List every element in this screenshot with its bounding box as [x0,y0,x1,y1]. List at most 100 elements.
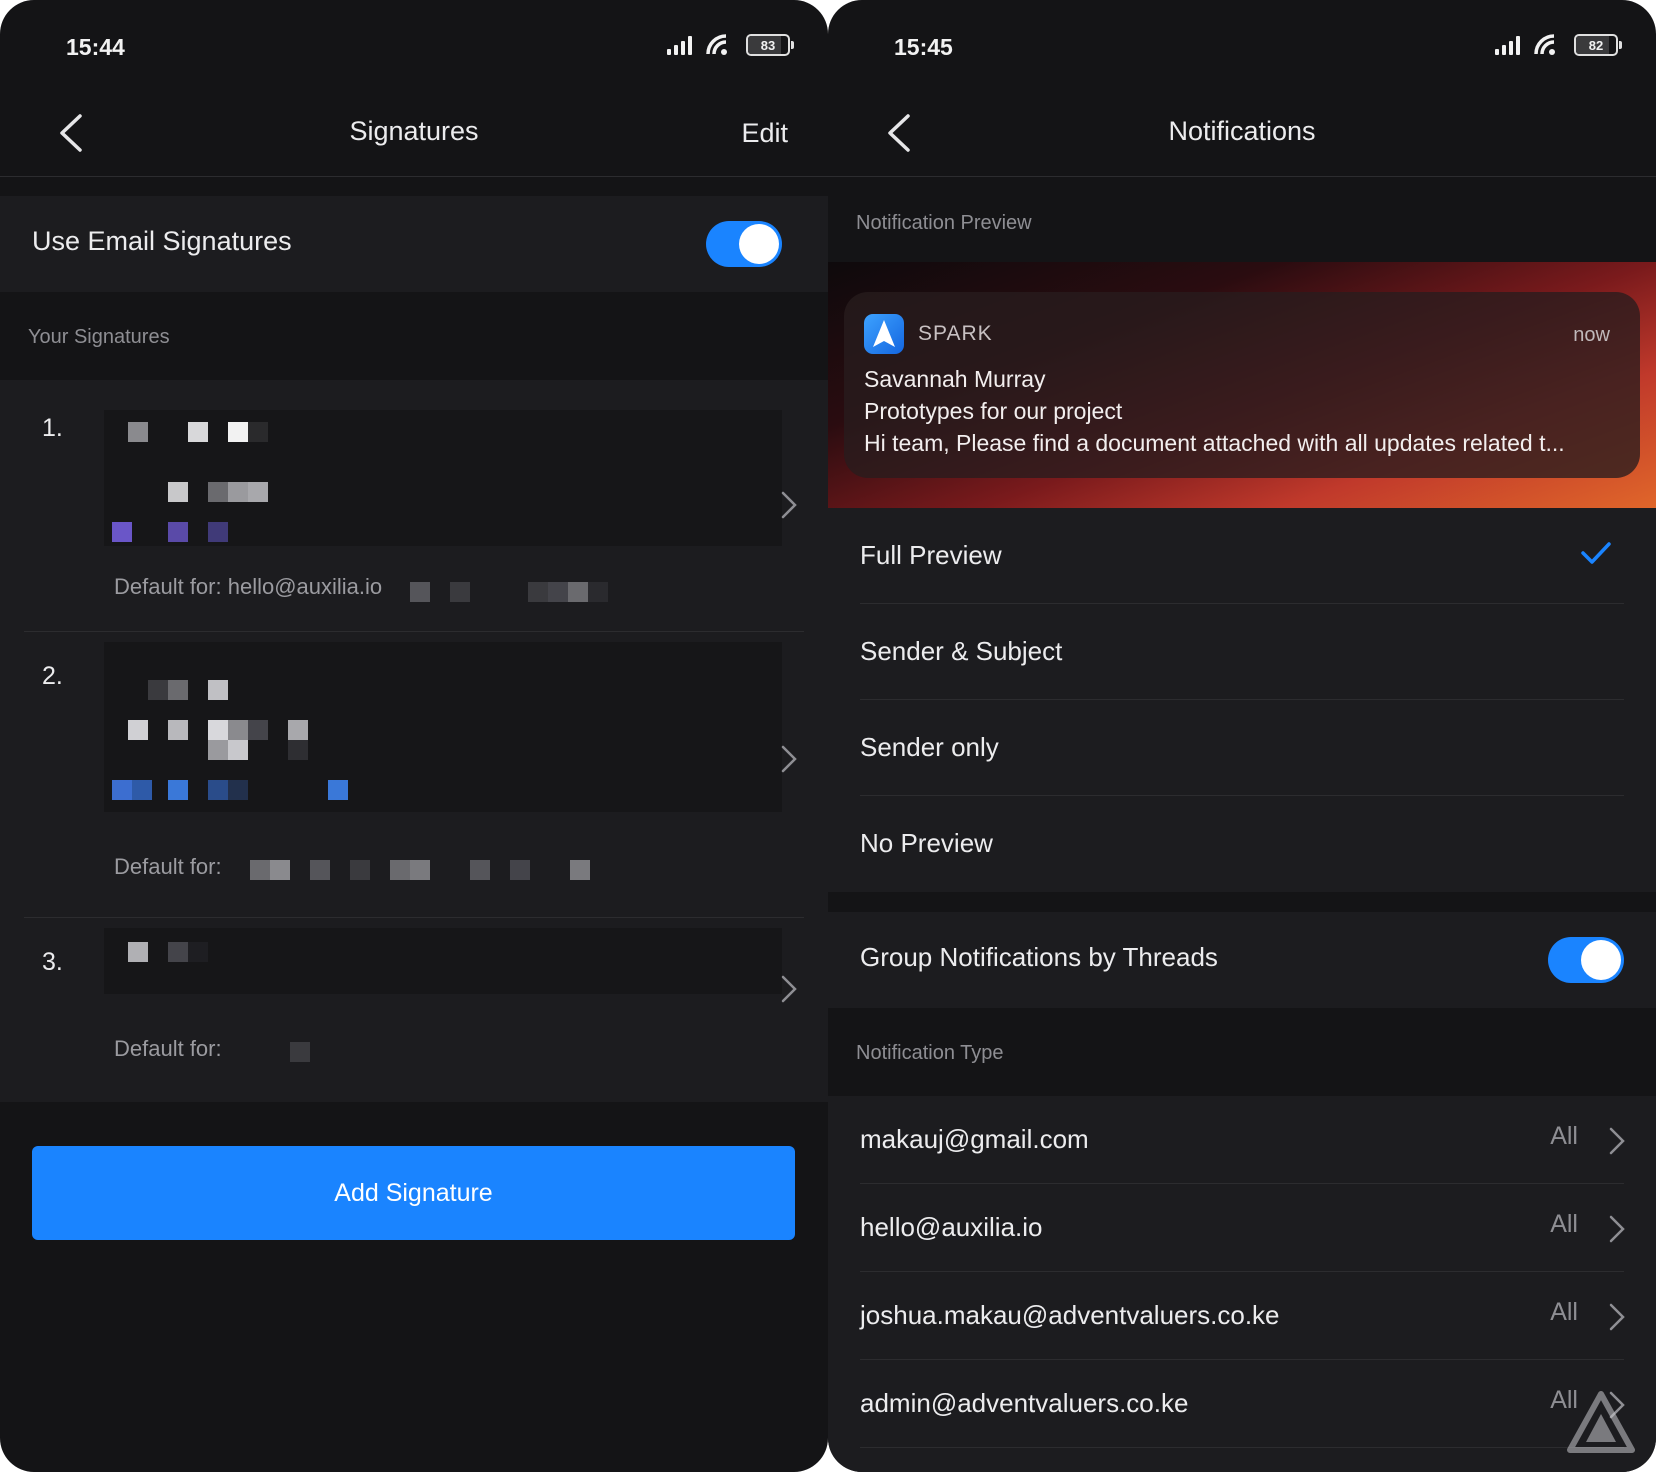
notification-body: Hi team, Please find a document attached… [864,430,1565,456]
signature-item-3[interactable]: 3. Default for: [0,918,828,1102]
chevron-right-icon [781,975,797,1003]
redacted-pixel [528,582,548,602]
notification-preview-label: Notification Preview [856,212,1032,234]
chevron-right-icon [1609,1127,1625,1155]
wifi-icon [1534,34,1555,55]
nav-bar: Notifications [828,90,1656,177]
add-signature-button[interactable]: Add Signature [32,1146,795,1240]
battery-icon: 83 [746,34,794,56]
edit-button[interactable]: Edit [741,118,788,149]
status-bar: 15:45 82 [828,0,1656,90]
option-label: Sender only [860,732,999,762]
redacted-pixel [510,860,530,880]
redacted-pixel [350,860,370,880]
preview-options-list: Full Preview Sender & Subject Sender onl… [828,508,1656,892]
nav-bar: Signatures Edit [0,90,828,177]
redacted-pixel [450,582,470,602]
toggle-knob [739,224,779,264]
page-title: Notifications [1168,116,1316,146]
redacted-pixel [568,582,588,602]
signature-number: 2. [42,662,63,690]
group-by-threads-row: Group Notifications by Threads [828,912,1656,1008]
status-icons: 83 [667,34,794,56]
signature-number: 3. [42,948,63,976]
redacted-pixel [250,860,270,880]
cellular-signal-icon [1495,35,1520,55]
signature-default-label: Default for: hello@auxilia.io [114,574,383,599]
option-label: Full Preview [860,540,1002,570]
signature-default-label: Default for: [114,854,222,879]
signature-item-2[interactable]: 2. Default for: [0,632,828,918]
option-no-preview[interactable]: No Preview [828,796,1656,892]
spark-logo-icon [864,314,904,354]
signatures-list: 1. Default for: hello@auxilia.io 2. Defa… [0,380,828,1102]
notification-type-header: Notification Type [828,1008,1656,1096]
status-time: 15:44 [66,34,125,60]
notification-sender: Savannah Murray [864,366,1046,392]
account-email: joshua.makau@adventvaluers.co.ke [860,1300,1280,1330]
redacted-pixel [270,860,290,880]
your-signatures-label: Your Signatures [28,326,170,348]
notification-preview-header: Notification Preview [828,178,1656,262]
signature-preview-redacted [104,410,782,546]
status-time: 15:45 [894,34,953,60]
cellular-signal-icon [667,35,692,55]
group-by-threads-label: Group Notifications by Threads [860,942,1218,972]
signature-default-label: Default for: [114,1036,222,1061]
redacted-pixel [470,860,490,880]
redacted-pixel [390,860,410,880]
redacted-pixel [570,860,590,880]
chevron-right-icon [1609,1303,1625,1331]
notification-type-label: Notification Type [856,1042,1004,1064]
redacted-pixel [588,582,608,602]
accounts-list: makauj@gmail.com All hello@auxilia.io Al… [828,1096,1656,1472]
account-row[interactable]: makauj@gmail.com All [828,1096,1656,1184]
battery-level: 83 [760,37,776,53]
wifi-icon [706,34,727,55]
account-row[interactable]: admin@adventvaluers.co.ke All [828,1360,1656,1448]
group-by-threads-toggle[interactable] [1548,937,1624,983]
chevron-right-icon [781,745,797,773]
redacted-pixel [310,860,330,880]
account-notification-type: All [1550,1122,1578,1150]
toggle-knob [1581,940,1621,980]
redacted-pixel [548,582,568,602]
notifications-screen: 15:45 82 Notifications Notification Prev… [828,0,1656,1472]
divider [860,1447,1624,1448]
redacted-pixel [290,1042,310,1062]
battery-icon: 82 [1574,34,1622,56]
option-sender-subject[interactable]: Sender & Subject [828,604,1656,700]
battery-level: 82 [1588,37,1604,53]
signatures-screen: 15:44 83 Signatures Edit Use Email Signa… [0,0,828,1472]
watermark-logo-icon [1567,1391,1635,1453]
signature-preview-redacted [104,642,782,812]
account-row[interactable]: joshua.makau@adventvaluers.co.ke All [828,1272,1656,1360]
option-sender-only[interactable]: Sender only [828,700,1656,796]
use-email-signatures-label: Use Email Signatures [32,226,292,256]
account-email: hello@auxilia.io [860,1212,1043,1242]
redacted-pixel [410,860,430,880]
option-label: No Preview [860,828,993,858]
account-notification-type: All [1550,1298,1578,1326]
signature-number: 1. [42,414,63,442]
chevron-right-icon [1609,1215,1625,1243]
signature-item-1[interactable]: 1. Default for: hello@auxilia.io [0,380,828,630]
redacted-pixel [410,582,430,602]
chevron-right-icon [781,491,797,519]
checkmark-icon [1581,542,1611,564]
option-label: Sender & Subject [860,636,1063,666]
your-signatures-header: Your Signatures [0,292,828,380]
status-icons: 82 [1495,34,1622,56]
signature-preview-redacted [104,928,782,994]
notification-time: now [1573,324,1610,346]
notification-subject: Prototypes for our project [864,398,1123,424]
account-email: makauj@gmail.com [860,1124,1089,1154]
option-full-preview[interactable]: Full Preview [828,508,1656,604]
use-email-signatures-row: Use Email Signatures [0,196,828,292]
status-bar: 15:44 83 [0,0,828,90]
notification-app-name: SPARK [918,322,993,345]
account-row[interactable]: hello@auxilia.io All [828,1184,1656,1272]
use-email-signatures-toggle[interactable] [706,221,782,267]
account-email: admin@adventvaluers.co.ke [860,1388,1189,1418]
account-notification-type: All [1550,1210,1578,1238]
